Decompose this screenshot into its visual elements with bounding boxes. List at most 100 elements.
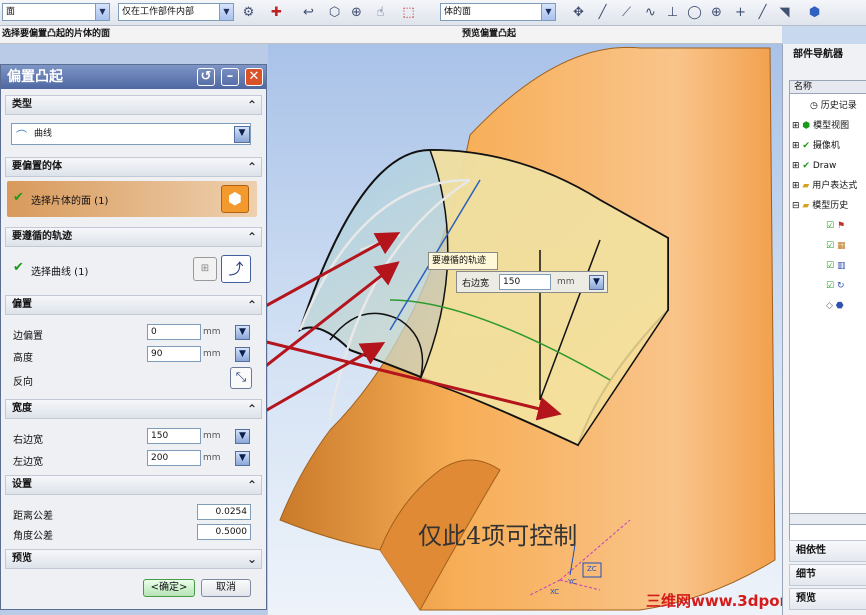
curve-rule-icon[interactable]: ⊞ xyxy=(193,257,217,281)
quadrant-icon[interactable]: ⊕ xyxy=(708,4,725,21)
reverse-direction-icon[interactable]: ⤡ xyxy=(230,367,252,389)
collapse-icon: ⊟ xyxy=(792,201,800,211)
undo-icon[interactable]: ↩ xyxy=(300,4,317,21)
edge-offset-unit: mm xyxy=(203,327,221,337)
distance-tolerance-label: 距离公差 xyxy=(13,511,53,522)
section-settings[interactable]: 设置 ⌃ xyxy=(5,475,262,495)
angle-tolerance-input[interactable]: 0.5000 xyxy=(197,524,251,540)
height-unit: mm xyxy=(203,349,221,359)
feature-checkbox-icon[interactable]: ☑ ↻ xyxy=(826,277,844,295)
collapse-icon: ⌃ xyxy=(246,98,257,112)
expand-icon: ⊞ xyxy=(792,161,800,171)
tree-item-history[interactable]: ◷ 历史记录 xyxy=(790,97,857,115)
tooltip-unit-dropdown-icon[interactable]: ▼ xyxy=(589,275,604,290)
part-navigator: 部件导航器 名称 ◷ 历史记录 ⊞ ⬢ 模型视图 ⊞ ✔ 摄像机 ⊞ ✔ Dra… xyxy=(782,44,866,615)
face-type-dropdown[interactable]: 体的面 ▼ xyxy=(440,3,556,21)
selection-filter-dropdown[interactable]: 面 ▼ xyxy=(2,3,110,21)
checkmark-icon: ✔ xyxy=(802,141,810,151)
edge-offset-unit-icon[interactable]: ▼ xyxy=(235,325,250,340)
navigator-title: 部件导航器 xyxy=(793,49,843,60)
feature-checkbox-icon[interactable]: ☑ ▦ xyxy=(826,237,845,255)
midpoint-icon[interactable]: ⊥ xyxy=(664,4,681,21)
name-column-header[interactable]: 名称 xyxy=(789,80,866,94)
right-width-tooltip: 右边宽 150 mm ▼ xyxy=(456,271,608,293)
model-view-icon: ⬢ xyxy=(802,121,811,131)
tree-item-model-views[interactable]: ⊞ ⬢ 模型视图 xyxy=(790,117,849,135)
distance-tolerance-input[interactable]: 0.0254 xyxy=(197,504,251,520)
dialog-title-bar: 偏置凸起 ↺ – ✕ xyxy=(1,65,266,89)
line-icon[interactable]: ╱ xyxy=(594,4,611,21)
selection-scope-value: 仅在工作部件内部 xyxy=(122,7,195,17)
folder-icon: ▰ xyxy=(802,201,810,211)
minimize-icon[interactable]: – xyxy=(221,68,239,86)
section-offset[interactable]: 偏置 ⌃ xyxy=(5,295,262,315)
height-unit-icon[interactable]: ▼ xyxy=(235,347,250,362)
select-curve-icon[interactable]: ⤴ xyxy=(221,255,251,283)
endpoint-icon[interactable]: ⟋ xyxy=(618,4,635,21)
collapse-icon: ⌃ xyxy=(246,160,257,174)
feature-checkbox-icon[interactable]: ☑ ▥ xyxy=(826,257,845,275)
collapse-icon: ⌃ xyxy=(246,298,257,312)
reset-icon[interactable]: ↺ xyxy=(197,68,215,86)
section-path[interactable]: 要遵循的轨迹 ⌃ xyxy=(5,227,262,247)
snap-point-icon[interactable]: ✚ xyxy=(268,4,285,21)
height-label: 高度 xyxy=(13,353,33,364)
section-width[interactable]: 宽度 ⌃ xyxy=(5,399,262,419)
preview-panel[interactable]: 预览 xyxy=(789,588,866,610)
dependencies-panel[interactable]: 相依性 xyxy=(789,540,866,562)
details-panel[interactable]: 细节 xyxy=(789,564,866,586)
section-body[interactable]: 要偏置的体 ⌃ xyxy=(5,157,262,177)
axis-label-yc: YC xyxy=(568,578,577,586)
chevron-down-icon: ▼ xyxy=(234,126,250,143)
tree-item-model-history[interactable]: ⊟ ▰ 模型历史 xyxy=(790,197,848,215)
close-icon[interactable]: ✕ xyxy=(245,68,263,86)
status-bar: 选择要偏置凸起的片体的面 预览偏置凸起 xyxy=(0,26,782,44)
type-dropdown[interactable]: 曲线 ▼ xyxy=(11,123,251,145)
axis-label-zc: ZC xyxy=(587,565,597,573)
hand-icon[interactable]: ☝ xyxy=(372,4,389,21)
selection-scope-dropdown[interactable]: 仅在工作部件内部 ▼ xyxy=(118,3,234,21)
tooltip-path-label: 要遵循的轨迹 xyxy=(432,256,487,266)
tooltip-right-width-input[interactable]: 150 xyxy=(499,274,551,290)
right-width-input[interactable]: 150 xyxy=(147,428,201,444)
edge-offset-label: 边偏置 xyxy=(13,331,43,342)
tangent-icon[interactable]: ╱ xyxy=(754,4,771,21)
select-curve-label: 选择曲线 (1) xyxy=(31,267,89,278)
view-icon[interactable]: ⬡ xyxy=(326,4,343,21)
curve-icon[interactable]: ∿ xyxy=(642,4,659,21)
section-preview-label: 预览 xyxy=(12,553,32,564)
left-width-input[interactable]: 200 xyxy=(147,450,201,466)
section-type[interactable]: 类型 ⌃ xyxy=(5,95,262,115)
tree-item-label: 历史记录 xyxy=(820,101,857,111)
expand-icon: ⊞ xyxy=(792,141,800,151)
left-width-unit: mm xyxy=(203,453,221,463)
left-width-unit-icon[interactable]: ▼ xyxy=(235,451,250,466)
face-select-icon[interactable]: ⬢ xyxy=(221,185,249,213)
tree-item-drawing[interactable]: ⊞ ✔ Draw xyxy=(790,157,836,175)
ok-button[interactable]: <确定> xyxy=(143,579,195,597)
assembly-icon[interactable]: ⚙ xyxy=(240,4,257,21)
cube-icon[interactable]: ⬢ xyxy=(806,4,823,21)
cancel-button[interactable]: 取消 xyxy=(201,579,251,597)
point-icon[interactable]: + xyxy=(732,4,749,21)
offset-bump-dialog: 偏置凸起 ↺ – ✕ 类型 ⌃ 曲线 ▼ ⌒ 要偏置的体 ⌃ ✔ 选择片体的面 … xyxy=(0,64,267,610)
feature-checkbox-icon[interactable]: ☑ ⚑ xyxy=(826,217,845,235)
type-dropdown-value: 曲线 xyxy=(34,129,53,139)
select-face-label: 选择片体的面 (1) xyxy=(31,196,109,207)
tree-item-cameras[interactable]: ⊞ ✔ 摄像机 xyxy=(790,137,840,155)
rectangle-select-icon[interactable]: ⬚ xyxy=(400,4,417,21)
move-icon[interactable]: ✥ xyxy=(570,4,587,21)
right-width-unit-icon[interactable]: ▼ xyxy=(235,429,250,444)
height-input[interactable]: 90 xyxy=(147,346,201,362)
face-icon[interactable]: ◥ xyxy=(776,4,793,21)
edge-offset-input[interactable]: 0 xyxy=(147,324,201,340)
center-icon[interactable]: ◯ xyxy=(686,4,703,21)
section-preview[interactable]: 预览 ⌄ xyxy=(5,549,262,569)
filter-icon[interactable]: ⊕ xyxy=(348,4,365,21)
select-face-row[interactable]: ✔ 选择片体的面 (1) ⬢ xyxy=(7,181,257,217)
horizontal-scrollbar[interactable] xyxy=(789,513,866,525)
section-settings-label: 设置 xyxy=(12,479,32,490)
tree-item-label: 模型历史 xyxy=(812,201,849,211)
feature-pending-icon[interactable]: ◇ ⬣ xyxy=(826,297,844,315)
tree-item-expressions[interactable]: ⊞ ▰ 用户表达式 xyxy=(790,177,857,195)
